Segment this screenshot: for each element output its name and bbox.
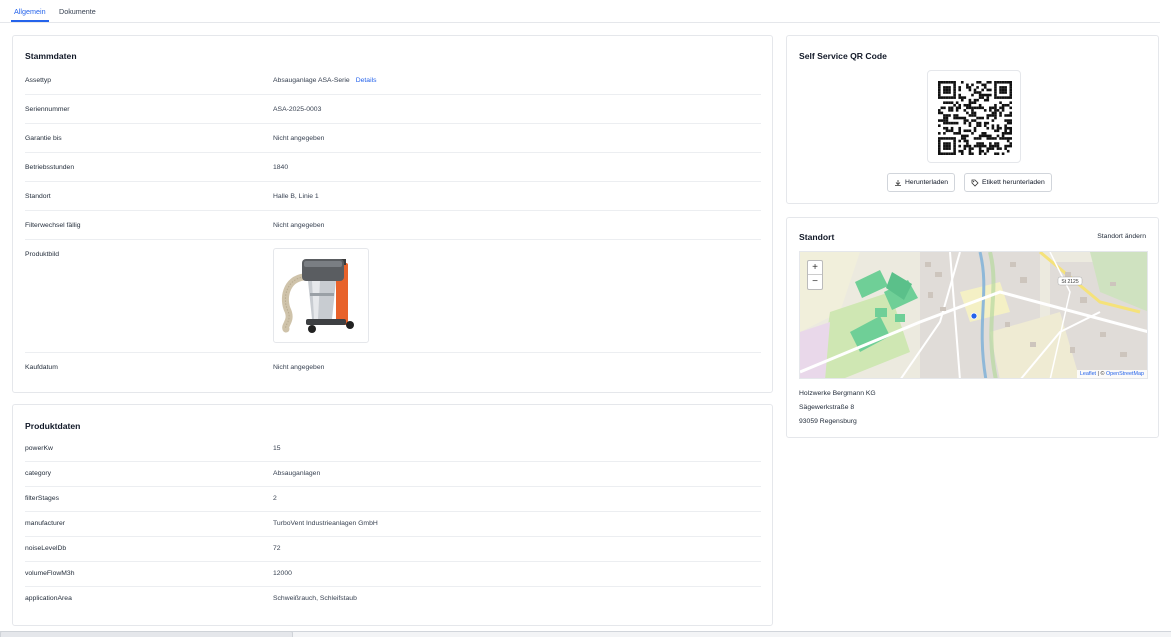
row-category: category Absauganlagen [25, 462, 761, 487]
row-produktbild: Produktbild [25, 240, 761, 353]
zoom-in-button[interactable]: + [808, 261, 822, 275]
row-assettyp: Assettyp Absauganlage ASA-Serie Details [25, 66, 761, 95]
zoom-out-button[interactable]: − [808, 275, 822, 289]
row-applicationarea: applicationArea Schweißrauch, Schleifsta… [25, 587, 761, 612]
row-label: Betriebsstunden [25, 164, 75, 171]
qr-card: Self Service QR Code Herunterladen Etike… [786, 35, 1159, 204]
download-qr-button[interactable]: Herunterladen [887, 173, 956, 192]
row-betriebsstunden: Betriebsstunden 1840 [25, 153, 761, 182]
row-label: filterStages [25, 495, 60, 502]
row-label: powerKw [25, 445, 53, 452]
tag-icon [971, 179, 979, 187]
label-download-label: Etikett herunterladen [982, 179, 1045, 186]
row-label: Garantie bis [25, 135, 62, 142]
row-value: 12000 [273, 570, 292, 577]
qr-code-frame [927, 70, 1021, 163]
row-filterwechsel: Filterwechsel fällig Nicht angegeben [25, 211, 761, 240]
road-label: St 2125 [1061, 279, 1078, 285]
tab-dokumente[interactable]: Dokumente [59, 7, 96, 16]
download-label-button[interactable]: Etikett herunterladen [964, 173, 1052, 192]
address-city: 93059 Regensburg [799, 418, 857, 425]
active-tab-indicator [11, 20, 49, 22]
qr-code-image [938, 81, 1012, 155]
tab-bar: Allgemein Dokumente [0, 0, 1160, 23]
map-zoom-control: + − [807, 260, 823, 290]
download-icon [895, 179, 901, 186]
address-street: Sägewerkstraße 8 [799, 404, 855, 411]
row-value: Absauganlage ASA-Serie Details [273, 77, 377, 84]
row-noiseleveldb: noiseLevelDb 72 [25, 537, 761, 562]
address-company: Holzwerke Bergmann KG [799, 390, 876, 397]
stammdaten-card: Stammdaten Assettyp Absauganlage ASA-Ser… [12, 35, 773, 393]
row-label: Filterwechsel fällig [25, 222, 81, 229]
standort-card: Standort Standort ändern St 2125 + − Lea… [786, 217, 1159, 438]
attribution-separator: | © [1096, 371, 1106, 377]
row-garantie: Garantie bis Nicht angegeben [25, 124, 761, 153]
row-manufacturer: manufacturer TurboVent Industrieanlagen … [25, 512, 761, 537]
row-value: Schweißrauch, Schleifstaub [273, 595, 357, 602]
row-value: 1840 [273, 164, 289, 171]
download-label: Herunterladen [905, 179, 949, 186]
row-value: ASA-2025-0003 [273, 106, 322, 113]
row-value: 2 [273, 495, 277, 502]
standort-title: Standort [799, 232, 835, 242]
produktdaten-title: Produktdaten [25, 421, 81, 431]
change-location-link[interactable]: Standort ändern [1097, 233, 1146, 240]
assettyp-value: Absauganlage ASA-Serie [273, 77, 350, 84]
map-attribution: Leaflet | © OpenStreetMap [1076, 370, 1147, 378]
row-standort: Standort Halle B, Linie 1 [25, 182, 761, 211]
row-value: Halle B, Linie 1 [273, 193, 319, 200]
produktdaten-card: Produktdaten powerKw 15 category Absauga… [12, 404, 773, 626]
row-kaufdatum: Kaufdatum Nicht angegeben [25, 353, 761, 382]
row-powerkw: powerKw 15 [25, 437, 761, 462]
row-label: manufacturer [25, 520, 66, 527]
map-tiles: St 2125 [800, 252, 1147, 378]
row-value: Nicht angegeben [273, 364, 325, 371]
row-value: Nicht angegeben [273, 135, 325, 142]
location-map[interactable]: St 2125 + − Leaflet | © OpenStreetMap [799, 251, 1148, 379]
row-seriennummer: Seriennummer ASA-2025-0003 [25, 95, 761, 124]
product-image[interactable] [273, 248, 369, 343]
row-value: Absauganlagen [273, 470, 321, 477]
stammdaten-title: Stammdaten [25, 51, 77, 61]
row-filterstages: filterStages 2 [25, 487, 761, 512]
row-value: Nicht angegeben [273, 222, 325, 229]
row-label: Seriennummer [25, 106, 70, 113]
row-label: Assettyp [25, 77, 52, 84]
details-link[interactable]: Details [356, 77, 377, 84]
row-volumeflowm3h: volumeFlowM3h 12000 [25, 562, 761, 587]
row-label: volumeFlowM3h [25, 570, 75, 577]
download-bar-item[interactable] [0, 631, 293, 637]
row-value: 15 [273, 445, 281, 452]
qr-title: Self Service QR Code [799, 51, 887, 61]
dust-extractor-image [281, 259, 354, 333]
row-value: 72 [273, 545, 281, 552]
row-label: Kaufdatum [25, 364, 58, 371]
row-value: TurboVent Industrieanlagen GmbH [273, 520, 378, 527]
row-label: category [25, 470, 52, 477]
osm-link[interactable]: OpenStreetMap [1106, 371, 1144, 377]
row-label: Standort [25, 193, 51, 200]
row-label: applicationArea [25, 595, 72, 602]
leaflet-link[interactable]: Leaflet [1080, 371, 1096, 377]
tab-allgemein[interactable]: Allgemein [14, 7, 46, 16]
row-label: Produktbild [25, 251, 60, 258]
row-label: noiseLevelDb [25, 545, 67, 552]
location-marker[interactable] [970, 312, 978, 320]
